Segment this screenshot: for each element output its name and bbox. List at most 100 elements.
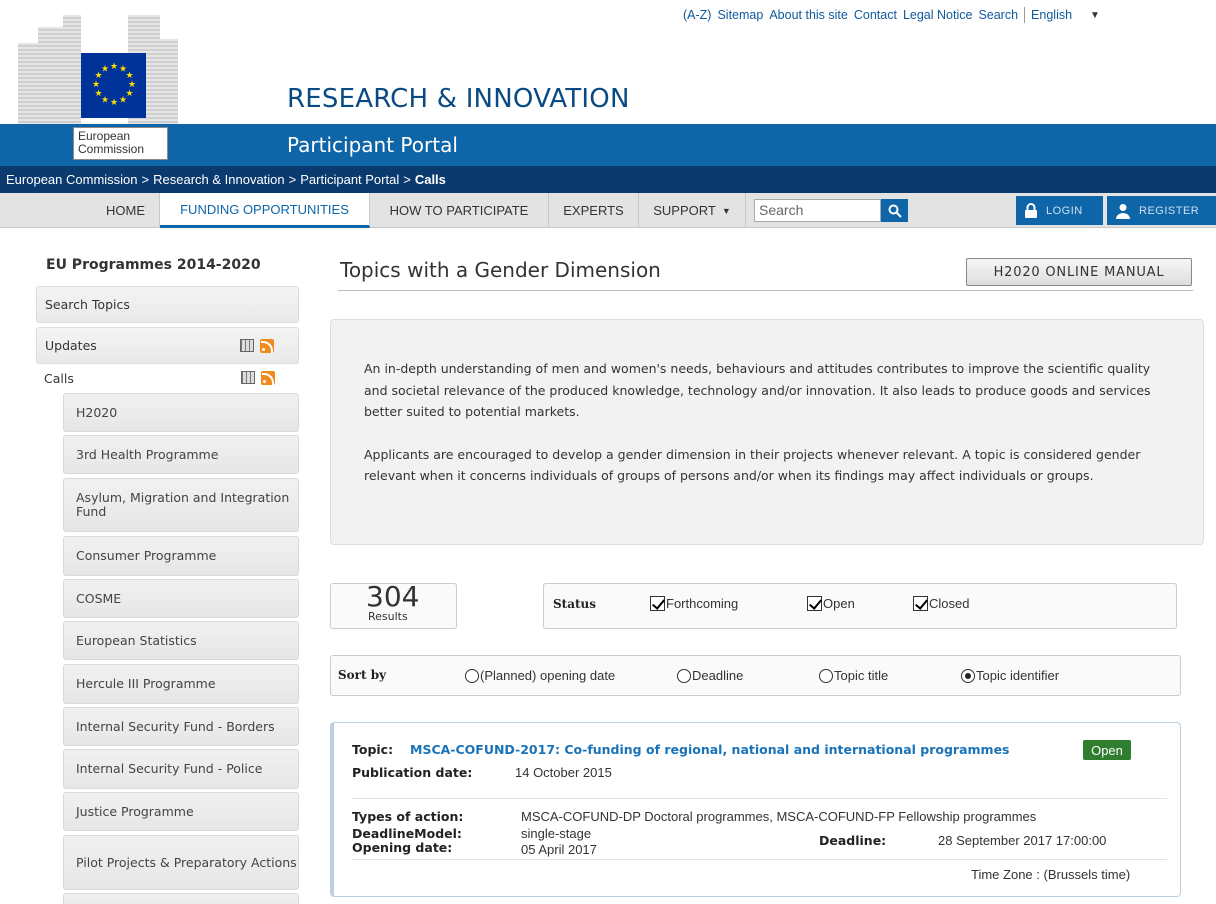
calendar-icon[interactable] xyxy=(240,338,254,352)
sidebar-subitem-health[interactable]: 3rd Health Programme xyxy=(63,435,299,474)
publication-date-label: Publication date: xyxy=(352,765,473,780)
search-input[interactable]: Search xyxy=(754,199,881,222)
results-count: 304 xyxy=(366,580,420,613)
types-of-action-label: Types of action: xyxy=(352,809,464,824)
sort-topic-identifier-radio[interactable]: Topic identifier xyxy=(961,668,1059,683)
sidebar-title: EU Programmes 2014-2020 xyxy=(46,257,261,273)
sidebar-item-updates[interactable]: Updates xyxy=(36,327,299,364)
legal-notice-link[interactable]: Legal Notice xyxy=(903,8,973,22)
contact-link[interactable]: Contact xyxy=(854,8,897,22)
checkbox-checked-icon xyxy=(807,596,822,611)
building-graphic xyxy=(63,15,81,125)
checkbox-label: Open xyxy=(823,596,855,611)
search-button[interactable] xyxy=(881,199,908,222)
az-link[interactable]: (A-Z) xyxy=(683,8,711,22)
radio-selected-icon xyxy=(961,668,975,683)
language-select[interactable]: English xyxy=(1031,8,1072,22)
sidebar-subitem-statistics[interactable]: European Statistics xyxy=(63,621,299,660)
svg-text:★: ★ xyxy=(109,62,117,72)
sidebar-item-label: Calls xyxy=(44,370,74,386)
svg-text:★: ★ xyxy=(109,98,117,108)
nav-support-label: SUPPORT xyxy=(653,203,716,218)
calendar-icon[interactable] xyxy=(241,371,255,384)
radio-label: Deadline xyxy=(692,668,744,683)
breadcrumb-european-commission[interactable]: European Commission xyxy=(6,172,138,187)
radio-icon xyxy=(819,668,833,683)
time-zone: Time Zone : (Brussels time) xyxy=(971,867,1131,882)
sidebar-item-search-topics[interactable]: Search Topics xyxy=(36,286,299,323)
sidebar-subitem-consumer[interactable]: Consumer Programme xyxy=(63,536,299,576)
sidebar-item-calls[interactable]: Calls xyxy=(36,364,299,392)
search-link[interactable]: Search xyxy=(978,8,1018,22)
nav-how-to-participate[interactable]: HOW TO PARTICIPATE xyxy=(370,193,549,228)
svg-text:★: ★ xyxy=(91,80,99,90)
sort-topic-title-radio[interactable]: Topic title xyxy=(819,668,888,683)
login-button[interactable]: LOGIN xyxy=(1016,196,1103,225)
radio-icon xyxy=(677,668,691,683)
portal-bar xyxy=(0,124,1216,166)
sidebar-subitem-cosme[interactable]: COSME xyxy=(63,579,299,618)
svg-text:★: ★ xyxy=(100,64,108,74)
register-button[interactable]: REGISTER xyxy=(1107,196,1216,225)
site-title[interactable]: RESEARCH & INNOVATION xyxy=(287,84,630,114)
nav-support[interactable]: SUPPORT ▼ xyxy=(639,193,746,228)
sidebar-item-label: Updates xyxy=(45,338,97,353)
sidebar-subitem-h2020[interactable]: H2020 xyxy=(63,393,299,432)
ec-label: European Commission xyxy=(73,127,168,160)
nav-funding-opportunities[interactable]: FUNDING OPPORTUNITIES xyxy=(160,193,370,228)
building-graphic xyxy=(18,43,40,125)
deadline-model-label: DeadlineModel: xyxy=(352,826,462,841)
page-title: Topics with a Gender Dimension xyxy=(340,258,661,282)
nav-home[interactable]: HOME xyxy=(92,193,160,228)
topic-title-link[interactable]: MSCA-COFUND-2017: Co-funding of regional… xyxy=(410,742,1010,757)
chevron-down-icon[interactable]: ▼ xyxy=(1090,10,1100,21)
radio-label: Topic identifier xyxy=(976,668,1060,683)
status-forthcoming-checkbox[interactable]: Forthcoming xyxy=(650,596,738,611)
status-closed-checkbox[interactable]: Closed xyxy=(913,596,969,611)
portal-title[interactable]: Participant Portal xyxy=(287,133,458,157)
intro-paragraph: Applicants are encouraged to develop a g… xyxy=(364,446,1141,484)
radio-icon xyxy=(465,668,479,683)
sidebar-subitem-hercule[interactable]: Hercule III Programme xyxy=(63,664,299,704)
breadcrumb-calls: Calls xyxy=(414,172,446,187)
divider xyxy=(1024,7,1026,23)
sidebar-subitem-justice[interactable]: Justice Programme xyxy=(63,792,299,831)
breadcrumb: European Commission > Research & Innovati… xyxy=(0,166,1216,193)
results-counter: 304 Results xyxy=(330,580,457,629)
deadline-model: single-stage xyxy=(521,826,592,841)
sidebar-subitem-isf-police[interactable]: Internal Security Fund - Police xyxy=(63,749,299,789)
sort-options: Sort by (Planned) opening date Deadline … xyxy=(330,655,1181,696)
sidebar-subitem-pilot-projects[interactable]: Pilot Projects & Preparatory Actions xyxy=(63,835,299,890)
eu-flag-icon: ★ ★ ★ ★ ★ ★ ★ ★ ★ ★ ★ ★ xyxy=(81,53,146,118)
rss-icon[interactable] xyxy=(260,338,274,353)
online-manual-button[interactable]: H2020 ONLINE MANUAL xyxy=(966,258,1192,286)
breadcrumb-research-innovation[interactable]: Research & Innovation xyxy=(153,172,285,187)
sidebar-subitem-isf-borders[interactable]: Internal Security Fund - Borders xyxy=(63,707,299,746)
about-link[interactable]: About this site xyxy=(769,8,848,22)
breadcrumb-participant-portal[interactable]: Participant Portal xyxy=(300,172,399,187)
status-open-checkbox[interactable]: Open xyxy=(807,596,855,611)
sort-opening-date-radio[interactable]: (Planned) opening date xyxy=(465,668,615,683)
sidebar-subitem-asylum[interactable]: Asylum, Migration and Integration Fund xyxy=(63,478,299,532)
intro-paragraph: An in-depth understanding of men and wom… xyxy=(364,361,1151,419)
sitemap-link[interactable]: Sitemap xyxy=(717,8,763,22)
deadline-date: 28 September 2017 17:00:00 xyxy=(938,833,1107,848)
divider xyxy=(352,798,1167,799)
sidebar-subitem-next[interactable] xyxy=(63,893,299,904)
radio-label: Topic title xyxy=(834,668,889,683)
topic-label: Topic: xyxy=(352,742,394,757)
svg-text:★: ★ xyxy=(118,95,126,105)
results-label: Results xyxy=(368,610,408,623)
login-label: LOGIN xyxy=(1046,204,1083,217)
opening-date-label: Opening date: xyxy=(352,840,453,855)
chevron-down-icon: ▼ xyxy=(721,205,731,216)
rss-icon[interactable] xyxy=(261,371,275,385)
nav-experts[interactable]: EXPERTS xyxy=(549,193,639,228)
building-graphic xyxy=(158,39,178,127)
topic-card: Topic: MSCA-COFUND-2017: Co-funding of r… xyxy=(330,722,1181,897)
deadline-label: Deadline: xyxy=(819,833,887,848)
checkbox-checked-icon xyxy=(913,596,928,611)
opening-date: 05 April 2017 xyxy=(521,842,597,857)
utility-links: (A-Z) Sitemap About this site Contact Le… xyxy=(683,6,1216,24)
sort-deadline-radio[interactable]: Deadline xyxy=(677,668,743,683)
